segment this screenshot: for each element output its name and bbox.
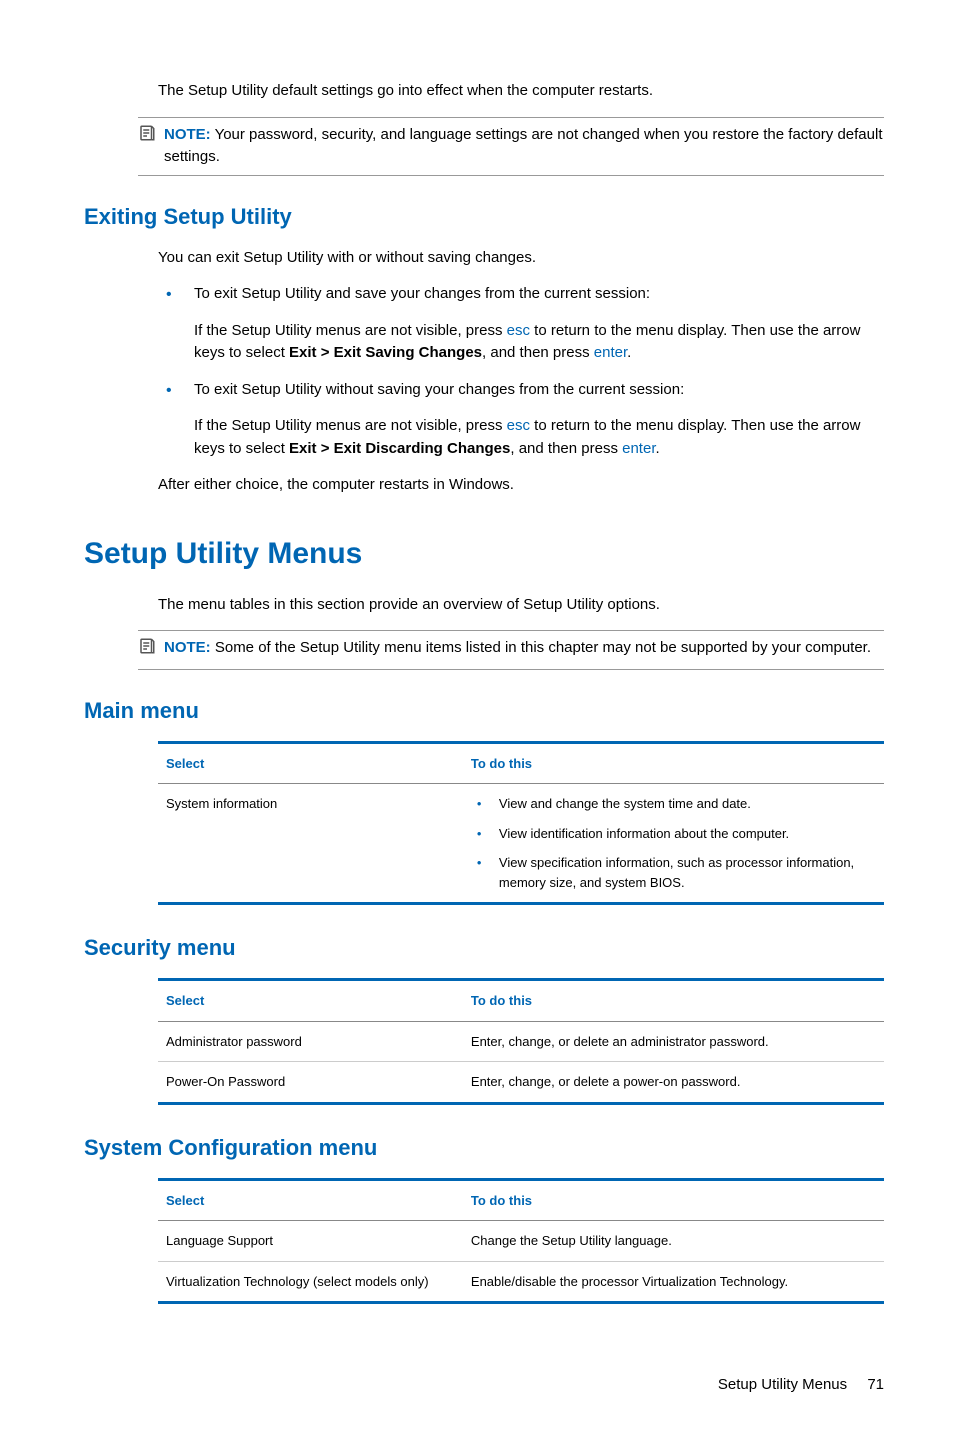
cell-todo: Enter, change, or delete a power-on pass… [463,1062,884,1104]
exit-bullet-2-body: If the Setup Utility menus are not visib… [194,415,884,460]
text: , and then press [482,344,594,361]
note-text: NOTE: Your password, security, and langu… [164,124,884,169]
cell-todo: View and change the system time and date… [463,784,884,904]
th-todo: To do this [463,980,884,1022]
note-icon [138,637,158,663]
menu-path: Exit > Exit Discarding Changes [289,440,510,457]
exit-bullet-1: To exit Setup Utility and save your chan… [158,283,884,365]
note-text: NOTE: Some of the Setup Utility menu ite… [164,637,884,663]
text: , and then press [510,440,622,457]
cell-todo: Change the Setup Utility language. [463,1221,884,1262]
heading-main-menu: Main menu [84,694,884,727]
cell-select: Virtualization Technology (select models… [158,1261,463,1303]
list-item: View identification information about th… [471,824,876,844]
th-select: Select [158,980,463,1022]
note-body: Your password, security, and language se… [164,126,883,166]
heading-syscfg-menu: System Configuration menu [84,1131,884,1164]
text: . [656,440,660,457]
cell-select: Language Support [158,1221,463,1262]
key-enter: enter [622,440,655,457]
table-row: Language Support Change the Setup Utilit… [158,1221,884,1262]
exit-bullet-2: To exit Setup Utility without saving you… [158,379,884,461]
cell-select: System information [158,784,463,904]
security-menu-table: Select To do this Administrator password… [158,978,884,1105]
heading-exiting: Exiting Setup Utility [84,200,884,233]
table-row: Virtualization Technology (select models… [158,1261,884,1303]
key-enter: enter [594,344,627,361]
exit-intro: You can exit Setup Utility with or witho… [158,247,884,270]
menu-path: Exit > Exit Saving Changes [289,344,482,361]
th-todo: To do this [463,742,884,784]
key-esc: esc [507,322,530,339]
page-number: 71 [867,1376,884,1393]
main-menu-table: Select To do this System information Vie… [158,741,884,906]
table-row: Power-On Password Enter, change, or dele… [158,1062,884,1104]
list-item: View specification information, such as … [471,853,876,892]
text: If the Setup Utility menus are not visib… [194,322,507,339]
cell-todo: Enter, change, or delete an administrato… [463,1021,884,1062]
exit-bullet-list: To exit Setup Utility and save your chan… [158,283,884,460]
menus-intro: The menu tables in this section provide … [158,594,884,617]
th-select: Select [158,1179,463,1221]
th-select: Select [158,742,463,784]
heading-menus: Setup Utility Menus [84,531,884,576]
note-label: NOTE: [164,126,211,143]
exit-after: After either choice, the computer restar… [158,474,884,497]
exit-bullet-1-title: To exit Setup Utility and save your chan… [194,283,884,306]
text: If the Setup Utility menus are not visib… [194,417,507,434]
exit-bullet-2-title: To exit Setup Utility without saving you… [194,379,884,402]
footer-title: Setup Utility Menus [718,1376,847,1393]
table-row: Administrator password Enter, change, or… [158,1021,884,1062]
cell-select: Administrator password [158,1021,463,1062]
note-icon [138,124,158,169]
cell-select: Power-On Password [158,1062,463,1104]
intro-text: The Setup Utility default settings go in… [158,80,884,103]
note-body: Some of the Setup Utility menu items lis… [215,639,871,656]
note-box-1: NOTE: Your password, security, and langu… [138,117,884,176]
text: . [627,344,631,361]
key-esc: esc [507,417,530,434]
cell-todo: Enable/disable the processor Virtualizat… [463,1261,884,1303]
list-item: View and change the system time and date… [471,794,876,814]
table-row: System information View and change the s… [158,784,884,904]
heading-security-menu: Security menu [84,931,884,964]
exit-bullet-1-body: If the Setup Utility menus are not visib… [194,320,884,365]
syscfg-menu-table: Select To do this Language Support Chang… [158,1178,884,1305]
page-footer: Setup Utility Menus 71 [84,1374,884,1397]
note-box-2: NOTE: Some of the Setup Utility menu ite… [138,630,884,670]
th-todo: To do this [463,1179,884,1221]
note-label: NOTE: [164,639,211,656]
